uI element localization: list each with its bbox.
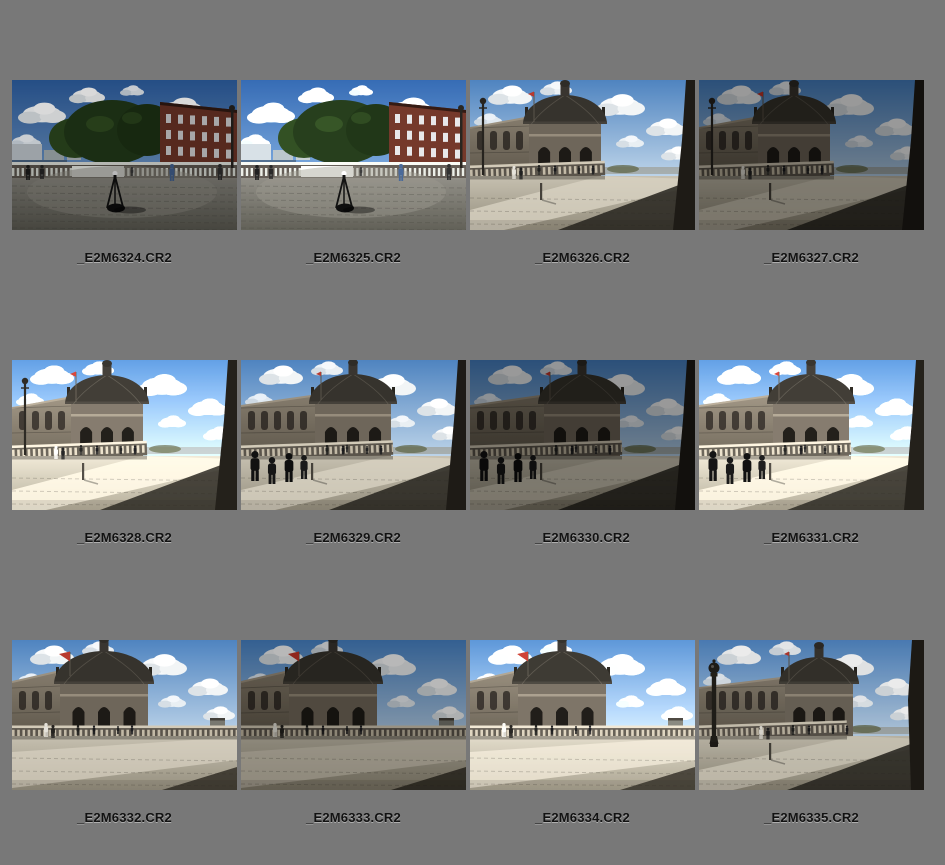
photo-image: [12, 640, 237, 790]
contact-sheet-background: { "theme": { "background_color": "#78787…: [0, 0, 945, 865]
photo-filename: _E2M6335.CR2: [699, 810, 924, 825]
photo-thumbnail[interactable]: _E2M6330.CR2: [470, 360, 695, 545]
photo-filename: _E2M6324.CR2: [12, 250, 237, 265]
photo-image: [470, 360, 695, 510]
photo-grid: _E2M6324.CR2: [0, 0, 945, 865]
photo-filename: _E2M6326.CR2: [470, 250, 695, 265]
photo-thumbnail[interactable]: _E2M6334.CR2: [470, 640, 695, 825]
photo-thumbnail[interactable]: _E2M6335.CR2: [699, 640, 924, 825]
photo-filename: _E2M6331.CR2: [699, 530, 924, 545]
photo-thumbnail[interactable]: _E2M6328.CR2: [12, 360, 237, 545]
photo-image: [470, 80, 695, 230]
photo-thumbnail[interactable]: _E2M6332.CR2: [12, 640, 237, 825]
photo-filename: _E2M6333.CR2: [241, 810, 466, 825]
photo-filename: _E2M6327.CR2: [699, 250, 924, 265]
photo-filename: _E2M6329.CR2: [241, 530, 466, 545]
photo-thumbnail[interactable]: _E2M6324.CR2: [12, 80, 237, 265]
photo-image: [241, 360, 466, 510]
photo-image: [699, 80, 924, 230]
photo-image: [699, 640, 924, 790]
photo-image: [470, 640, 695, 790]
photo-filename: _E2M6334.CR2: [470, 810, 695, 825]
photo-filename: _E2M6332.CR2: [12, 810, 237, 825]
photo-image: [241, 80, 466, 230]
photo-thumbnail[interactable]: _E2M6331.CR2: [699, 360, 924, 545]
photo-thumbnail[interactable]: _E2M6325.CR2: [241, 80, 466, 265]
photo-thumbnail[interactable]: _E2M6333.CR2: [241, 640, 466, 825]
photo-filename: _E2M6330.CR2: [470, 530, 695, 545]
photo-thumbnail[interactable]: _E2M6327.CR2: [699, 80, 924, 265]
photo-image: [241, 640, 466, 790]
photo-thumbnail[interactable]: _E2M6329.CR2: [241, 360, 466, 545]
photo-image: [699, 360, 924, 510]
photo-thumbnail[interactable]: _E2M6326.CR2: [470, 80, 695, 265]
photo-filename: _E2M6328.CR2: [12, 530, 237, 545]
photo-image: [12, 360, 237, 510]
photo-image: [12, 80, 237, 230]
photo-filename: _E2M6325.CR2: [241, 250, 466, 265]
